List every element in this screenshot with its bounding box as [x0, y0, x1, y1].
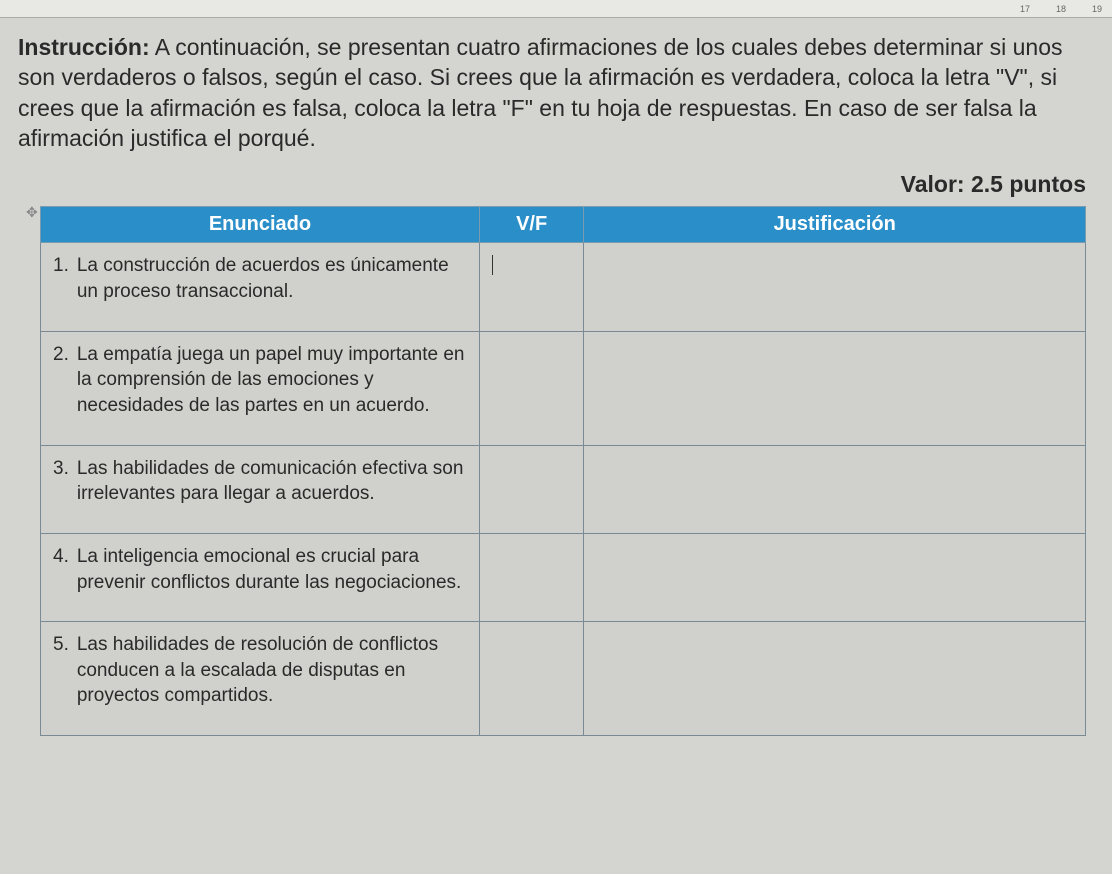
cell-justificacion[interactable]	[584, 331, 1086, 445]
ruler-tick: 18	[1056, 4, 1066, 14]
row-number: 5.	[53, 632, 69, 709]
table-row: 5. Las habilidades de resolución de conf…	[41, 622, 1086, 736]
true-false-table[interactable]: Enunciado V/F Justificación 1. La constr…	[40, 206, 1086, 736]
cell-enunciado[interactable]: 1. La construcción de acuerdos es únicam…	[41, 243, 480, 331]
ruler-tick: 19	[1092, 4, 1102, 14]
cell-vf[interactable]	[479, 533, 584, 621]
content-area: Instrucción: A continuación, se presenta…	[0, 18, 1112, 756]
cell-enunciado[interactable]: 5. Las habilidades de resolución de conf…	[41, 622, 480, 736]
cell-vf[interactable]	[479, 243, 584, 331]
instruction-label: Instrucción:	[18, 34, 150, 60]
header-justificacion: Justificación	[584, 207, 1086, 243]
cell-vf[interactable]	[479, 622, 584, 736]
row-text: La inteligencia emocional es crucial par…	[77, 544, 467, 595]
table-container: ✥ Enunciado V/F Justificación 1. La c	[18, 204, 1092, 736]
row-text: Las habilidades de resolución de conflic…	[77, 632, 467, 709]
header-vf: V/F	[479, 207, 584, 243]
table-row: 2. La empatía juega un papel muy importa…	[41, 331, 1086, 445]
cell-justificacion[interactable]	[584, 243, 1086, 331]
cell-justificacion[interactable]	[584, 533, 1086, 621]
horizontal-ruler: 17 18 19	[0, 0, 1112, 18]
cell-justificacion[interactable]	[584, 622, 1086, 736]
row-text: La construcción de acuerdos es únicament…	[77, 253, 467, 304]
row-number: 3.	[53, 456, 69, 507]
valor-line: Valor: 2.5 puntos	[18, 171, 1092, 198]
header-enunciado: Enunciado	[41, 207, 480, 243]
cell-vf[interactable]	[479, 445, 584, 533]
row-number: 4.	[53, 544, 69, 595]
table-header-row: Enunciado V/F Justificación	[41, 207, 1086, 243]
document-page: 17 18 19 Instrucción: A continuación, se…	[0, 0, 1112, 874]
text-cursor-icon	[492, 255, 493, 275]
instruction-text: A continuación, se presentan cuatro afir…	[18, 34, 1063, 151]
table-anchor-icon[interactable]: ✥	[26, 204, 36, 214]
table-row: 1. La construcción de acuerdos es únicam…	[41, 243, 1086, 331]
cell-enunciado[interactable]: 4. La inteligencia emocional es crucial …	[41, 533, 480, 621]
row-number: 2.	[53, 342, 69, 419]
table-row: 3. Las habilidades de comunicación efect…	[41, 445, 1086, 533]
cell-enunciado[interactable]: 3. Las habilidades de comunicación efect…	[41, 445, 480, 533]
instruction-paragraph[interactable]: Instrucción: A continuación, se presenta…	[18, 32, 1092, 153]
cell-vf[interactable]	[479, 331, 584, 445]
row-text: La empatía juega un papel muy importante…	[77, 342, 467, 419]
row-text: Las habilidades de comunicación efectiva…	[77, 456, 467, 507]
cell-enunciado[interactable]: 2. La empatía juega un papel muy importa…	[41, 331, 480, 445]
cell-justificacion[interactable]	[584, 445, 1086, 533]
ruler-tick: 17	[1020, 4, 1030, 14]
table-row: 4. La inteligencia emocional es crucial …	[41, 533, 1086, 621]
row-number: 1.	[53, 253, 69, 304]
